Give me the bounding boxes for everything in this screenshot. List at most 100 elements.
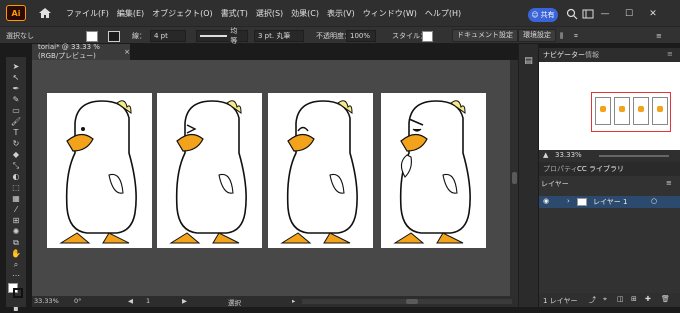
opacity-input[interactable]: 100% bbox=[346, 30, 376, 42]
document-settings-button[interactable]: ドキュメント設定 bbox=[452, 28, 518, 42]
rectangle-tool-icon[interactable]: ▭ bbox=[10, 105, 22, 116]
prev-artboard-icon[interactable]: ◀ bbox=[128, 297, 133, 305]
brush-select[interactable]: 3 pt. 丸筆 bbox=[254, 30, 304, 42]
edit-toolbar-icon[interactable]: ⋯ bbox=[10, 270, 22, 281]
artboard-4[interactable] bbox=[381, 93, 486, 248]
align-icon[interactable]: ⫼ bbox=[560, 30, 563, 42]
tab-navigator[interactable]: ナビゲーター bbox=[543, 50, 585, 60]
direct-selection-tool-icon[interactable]: ↖ bbox=[10, 72, 22, 83]
symbol-tool-icon[interactable]: ✺ bbox=[10, 226, 22, 237]
scrollbar-thumb[interactable] bbox=[512, 172, 517, 184]
duck-angry-illustration bbox=[393, 100, 471, 244]
menu-select[interactable]: 選択(S) bbox=[252, 8, 287, 19]
rotation-value[interactable]: 0° bbox=[74, 297, 81, 305]
menu-effect[interactable]: 効果(C) bbox=[287, 8, 323, 19]
document-tab[interactable]: toriai* @ 33.33 % (RGB/プレビュー) × bbox=[32, 43, 130, 60]
artboard-2[interactable] bbox=[157, 93, 262, 248]
fill-swatch[interactable] bbox=[86, 30, 98, 42]
menu-window[interactable]: ウィンドウ(W) bbox=[359, 8, 421, 19]
fill-stroke-control[interactable] bbox=[8, 283, 26, 299]
type-tool-icon[interactable]: T bbox=[10, 127, 22, 138]
menu-view[interactable]: 表示(V) bbox=[323, 8, 359, 19]
close-tab-icon[interactable]: × bbox=[124, 48, 130, 56]
layer-count: 1 レイヤー bbox=[543, 297, 578, 305]
stroke-swatch[interactable] bbox=[108, 30, 120, 42]
tab-cc-libraries[interactable]: CC ライブラリ bbox=[577, 164, 624, 174]
selection-tool-icon[interactable]: ➤ bbox=[10, 61, 22, 72]
navigator-preview[interactable] bbox=[539, 62, 680, 150]
eraser-tool-icon[interactable]: ◆ bbox=[10, 149, 22, 160]
clipping-mask-icon[interactable]: ◫ bbox=[617, 295, 624, 303]
menu-help[interactable]: ヘルプ(H) bbox=[421, 8, 465, 19]
zoom-out-icon[interactable]: ▲ bbox=[543, 151, 548, 159]
minimize-icon[interactable]: — bbox=[600, 9, 610, 19]
blend-tool-icon[interactable]: ⊞ bbox=[10, 215, 22, 226]
status-arrow-icon[interactable]: ▸ bbox=[292, 297, 295, 305]
line-style-label: 均等 bbox=[230, 27, 238, 45]
menu-file[interactable]: ファイル(F) bbox=[62, 8, 113, 19]
new-layer-icon[interactable]: ✚ bbox=[645, 295, 651, 303]
nav-artboard-thumb bbox=[595, 97, 611, 125]
layers-footer: 1 レイヤー ⤴ ⌖ ◫ ⊞ ✚ 🗑 bbox=[539, 293, 680, 307]
tab-properties[interactable]: プロパティ bbox=[543, 164, 578, 174]
stroke-color-swatch[interactable] bbox=[13, 288, 23, 298]
locate-icon[interactable]: ⌖ bbox=[603, 295, 607, 304]
share-button[interactable]: ☺ 共有 bbox=[528, 8, 558, 22]
paintbrush-tool-icon[interactable]: 🖌 bbox=[10, 116, 22, 127]
menu-type[interactable]: 書式(T) bbox=[217, 8, 252, 19]
eyedropper-tool-icon[interactable]: ⁄ bbox=[10, 204, 22, 215]
workspace-icon[interactable] bbox=[582, 8, 594, 20]
layer-row[interactable]: ◉ › レイヤー 1 ○ bbox=[539, 196, 680, 208]
tab-info[interactable]: 情報 bbox=[585, 50, 599, 60]
export-icon[interactable]: ⤴ bbox=[589, 295, 596, 305]
nav-artboard-thumb bbox=[652, 97, 668, 125]
hand-tool-icon[interactable]: ✋ bbox=[10, 248, 22, 259]
horizontal-scrollbar[interactable] bbox=[302, 299, 512, 304]
navigator-view-box[interactable] bbox=[591, 92, 671, 132]
zoom-level[interactable]: 33.33% bbox=[34, 297, 59, 305]
close-icon[interactable]: ✕ bbox=[648, 9, 658, 19]
scale-tool-icon[interactable]: ⤡ bbox=[10, 160, 22, 171]
duck-normal-illustration bbox=[59, 100, 137, 244]
layer-target-icon[interactable]: ○ bbox=[651, 197, 657, 205]
artboard-number[interactable]: 1 bbox=[146, 297, 150, 305]
transform-icon[interactable]: ⌗ bbox=[574, 30, 578, 42]
artboard-3[interactable] bbox=[268, 93, 373, 248]
curvature-tool-icon[interactable]: ✎ bbox=[10, 94, 22, 105]
home-icon[interactable] bbox=[38, 7, 52, 19]
layers-menu-icon[interactable]: ≡ bbox=[666, 179, 672, 187]
search-icon[interactable] bbox=[566, 8, 578, 20]
maximize-icon[interactable]: ☐ bbox=[624, 9, 634, 19]
color-mode-icon[interactable]: ▪ bbox=[10, 303, 22, 313]
panel-menu-icon[interactable]: ≡ bbox=[656, 30, 662, 42]
zoom-tool-icon[interactable]: ⌕ bbox=[10, 259, 22, 270]
navigator-zoom-value[interactable]: 33.33% bbox=[555, 151, 582, 159]
stroke-weight-input[interactable]: 4 pt bbox=[150, 30, 186, 42]
tab-layers[interactable]: レイヤー bbox=[541, 179, 569, 189]
menu-object[interactable]: オブジェクト(O) bbox=[148, 8, 217, 19]
artboard-1[interactable] bbox=[47, 93, 152, 248]
line-style-select[interactable]: 均等 bbox=[196, 27, 248, 45]
selection-status: 選択なし bbox=[6, 32, 34, 40]
comments-icon[interactable]: ▤ bbox=[523, 56, 535, 66]
next-artboard-icon[interactable]: ▶ bbox=[182, 297, 187, 305]
warp-tool-icon[interactable]: ◐ bbox=[10, 171, 22, 182]
pen-tool-icon[interactable]: ✒ bbox=[10, 83, 22, 94]
new-sublayer-icon[interactable]: ⊞ bbox=[631, 295, 637, 303]
layer-name[interactable]: レイヤー 1 bbox=[593, 197, 627, 207]
layer-thumbnail bbox=[577, 198, 587, 206]
artboard-tool-icon[interactable]: ⧉ bbox=[10, 237, 22, 248]
gradient-tool-icon[interactable]: ▦ bbox=[10, 193, 22, 204]
menu-edit[interactable]: 編集(E) bbox=[113, 8, 148, 19]
expand-chevron-icon[interactable]: › bbox=[567, 197, 570, 205]
visibility-eye-icon[interactable]: ◉ bbox=[543, 197, 549, 205]
rotate-tool-icon[interactable]: ↻ bbox=[10, 138, 22, 149]
style-swatch[interactable] bbox=[422, 30, 433, 42]
delete-icon[interactable]: 🗑 bbox=[661, 295, 670, 303]
zoom-slider[interactable] bbox=[599, 155, 669, 157]
horizontal-scrollbar-thumb[interactable] bbox=[406, 299, 418, 304]
menu-bar: Ai ファイル(F) 編集(E) オブジェクト(O) 書式(T) 選択(S) 効… bbox=[0, 0, 680, 26]
preferences-button[interactable]: 環境設定 bbox=[518, 28, 556, 42]
free-transform-tool-icon[interactable]: ⬚ bbox=[10, 182, 22, 193]
panel-menu-icon[interactable]: ≡ bbox=[667, 50, 673, 58]
